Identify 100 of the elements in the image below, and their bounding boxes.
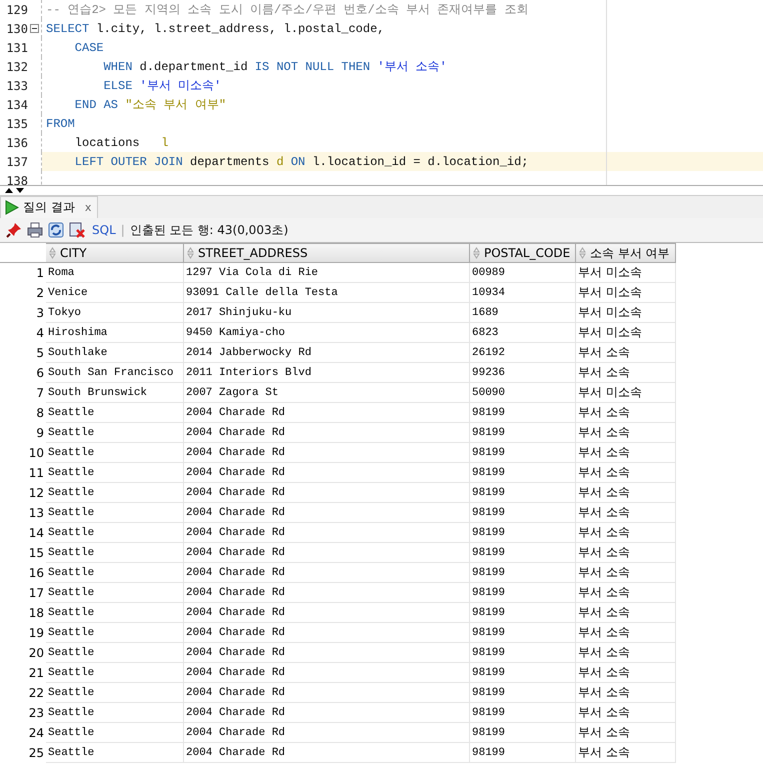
results-tab[interactable]: 질의 결과 x	[0, 196, 98, 218]
column-header[interactable]: POSTAL_CODE	[470, 243, 576, 263]
row-number: 25	[28, 745, 45, 762]
table-cell: Roma	[46, 263, 184, 283]
row-number: 21	[28, 665, 45, 682]
table-cell: 98199	[470, 423, 576, 443]
table-cell: South Brunswick	[46, 383, 184, 403]
row-number: 3	[35, 305, 45, 322]
table-cell: 부서 소속	[576, 703, 676, 723]
table-cell: 부서 소속	[576, 503, 676, 523]
row-number: 13	[28, 505, 45, 522]
print-icon[interactable]	[27, 222, 43, 238]
toolbar-separator: |	[120, 223, 125, 237]
table-cell: 00989	[470, 263, 576, 283]
delete-icon[interactable]	[69, 222, 85, 238]
table-cell: 98199	[470, 403, 576, 423]
code-line: ELSE '부서 미소속'	[102, 78, 222, 94]
table-cell: 부서 미소속	[576, 323, 676, 343]
table-cell: Seattle	[46, 543, 184, 563]
code-line: -- 연습2> 모든 지역의 소속 도시 이름/주소/우편 번호/소속 부서 존재여부를 조회	[46, 2, 528, 18]
table-cell: 2017 Shinjuku-ku	[184, 303, 470, 323]
sql-link[interactable]: SQL	[92, 223, 116, 237]
row-number: 14	[28, 525, 45, 542]
table-cell: 93091 Calle della Testa	[184, 283, 470, 303]
play-icon	[5, 200, 19, 215]
splitter-arrows-icon[interactable]	[4, 187, 26, 194]
pin-icon[interactable]	[6, 222, 22, 238]
table-cell: 2004 Charade Rd	[184, 643, 470, 663]
table-cell: 2004 Charade Rd	[184, 743, 470, 763]
table-cell: 부서 소속	[576, 403, 676, 423]
table-cell: 2004 Charade Rd	[184, 703, 470, 723]
table-cell: 98199	[470, 703, 576, 723]
refresh-icon[interactable]	[48, 222, 64, 238]
table-cell: 98199	[470, 683, 576, 703]
close-button[interactable]: x	[84, 201, 92, 214]
table-cell: 부서 소속	[576, 623, 676, 643]
line-number: 137	[5, 154, 28, 168]
table-cell: 2004 Charade Rd	[184, 483, 470, 503]
table-cell: 9450 Kamiya-cho	[184, 323, 470, 343]
table-cell: 2004 Charade Rd	[184, 623, 470, 643]
line-number: 129	[5, 2, 28, 16]
line-number: 136	[5, 136, 28, 150]
column-header[interactable]: 소속 부서 여부	[576, 243, 676, 263]
table-cell: South San Francisco	[46, 363, 184, 383]
line-number: 131	[5, 40, 28, 54]
table-cell: 2004 Charade Rd	[184, 663, 470, 683]
row-number: 15	[28, 545, 45, 562]
table-cell: Seattle	[46, 403, 184, 423]
table-cell: Seattle	[46, 483, 184, 503]
table-cell: 부서 소속	[576, 523, 676, 543]
table-cell: 부서 소속	[576, 343, 676, 363]
row-number: 24	[28, 725, 45, 742]
table-cell: 부서 소속	[576, 723, 676, 743]
table-cell: 부서 소속	[576, 443, 676, 463]
line-number: 135	[5, 116, 28, 130]
table-cell: Southlake	[46, 343, 184, 363]
table-cell: Seattle	[46, 603, 184, 623]
table-cell: Seattle	[46, 503, 184, 523]
table-cell: 2004 Charade Rd	[184, 523, 470, 543]
table-cell: 2004 Charade Rd	[184, 543, 470, 563]
table-cell: 98199	[470, 523, 576, 543]
code-line: CASE	[74, 40, 104, 54]
table-cell: 98199	[470, 643, 576, 663]
table-cell: Seattle	[46, 623, 184, 643]
table-cell: 2004 Charade Rd	[184, 563, 470, 583]
column-header[interactable]: CITY	[46, 243, 184, 263]
table-cell: 10934	[470, 283, 576, 303]
row-number: 4	[35, 325, 45, 342]
table-cell: 2011 Interiors Blvd	[184, 363, 470, 383]
table-cell: Seattle	[46, 523, 184, 543]
row-number: 8	[35, 405, 45, 422]
table-cell: 2014 Jabberwocky Rd	[184, 343, 470, 363]
table-cell: 부서 소속	[576, 643, 676, 663]
table-cell: 2004 Charade Rd	[184, 603, 470, 623]
code-line: SELECT l.city, l.street_address, l.postal_code,	[46, 22, 384, 36]
line-number: 134	[5, 98, 28, 112]
table-cell: 부서 소속	[576, 583, 676, 603]
table-cell: Seattle	[46, 583, 184, 603]
table-cell: Seattle	[46, 703, 184, 723]
code-line: WHEN d.department_id IS NOT NULL THEN '부서 소속'	[102, 59, 447, 75]
row-number: 17	[28, 585, 45, 602]
fetch-status: 인출된 모든 행: 43(0,003초)	[130, 222, 288, 238]
table-cell: 6823	[470, 323, 576, 343]
row-number: 10	[28, 445, 45, 462]
table-cell: 1689	[470, 303, 576, 323]
table-cell: 부서 소속	[576, 603, 676, 623]
row-number: 7	[35, 385, 45, 402]
row-number: 23	[28, 705, 45, 722]
row-number: 20	[28, 645, 45, 662]
table-cell: 부서 소속	[576, 483, 676, 503]
column-header[interactable]: STREET_ADDRESS	[184, 243, 470, 263]
table-cell: 2004 Charade Rd	[184, 463, 470, 483]
table-cell: 부서 미소속	[576, 303, 676, 323]
row-number: 18	[28, 605, 45, 622]
table-cell: 98199	[470, 563, 576, 583]
table-cell: 98199	[470, 603, 576, 623]
line-number: 130	[5, 22, 28, 36]
line-number: 133	[5, 78, 28, 92]
collapse-icon[interactable]	[30, 24, 39, 33]
table-cell: 2004 Charade Rd	[184, 403, 470, 423]
